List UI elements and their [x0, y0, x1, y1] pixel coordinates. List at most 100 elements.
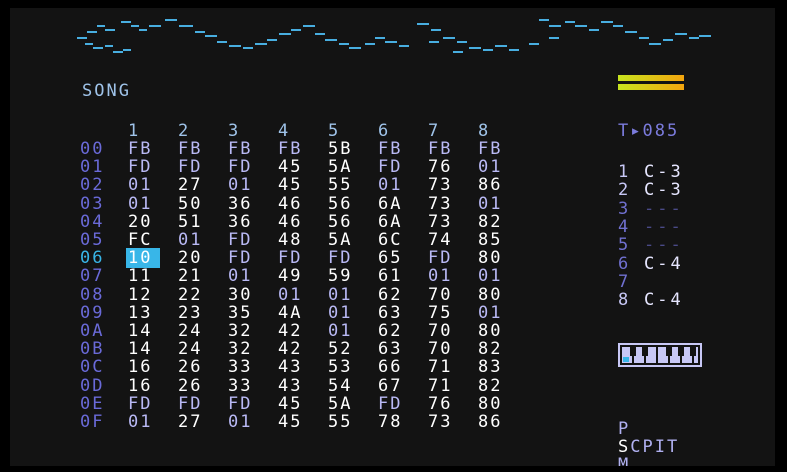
chain-cell[interactable]: 82	[478, 212, 508, 232]
chain-cell[interactable]: 14	[128, 321, 158, 341]
chain-cell[interactable]: 42	[278, 321, 308, 341]
chain-cell[interactable]: 01	[128, 194, 158, 214]
chain-cell[interactable]: FD	[328, 248, 358, 268]
chain-cell[interactable]: FB	[228, 139, 258, 159]
chain-cell[interactable]: 70	[428, 285, 458, 305]
chain-cell[interactable]: 80	[478, 285, 508, 305]
chain-cell[interactable]: FB	[428, 139, 458, 159]
chain-cell[interactable]: FB	[478, 139, 508, 159]
chain-cell[interactable]: 33	[228, 357, 258, 377]
chain-cell[interactable]: 01	[328, 303, 358, 323]
chain-cell[interactable]: 56	[328, 194, 358, 214]
chain-cell[interactable]: 11	[128, 266, 158, 286]
chain-cell[interactable]: 6A	[378, 212, 408, 232]
chain-cell[interactable]: 16	[128, 376, 158, 396]
chain-cell[interactable]: 14	[128, 339, 158, 359]
chain-cell[interactable]: 56	[328, 212, 358, 232]
chain-cell[interactable]: 59	[328, 266, 358, 286]
chain-cell[interactable]: 5A	[328, 230, 358, 250]
chain-cell[interactable]: 01	[478, 157, 508, 177]
chain-cell[interactable]: 67	[378, 376, 408, 396]
piano-keyboard-icon[interactable]	[618, 343, 702, 367]
chain-cell[interactable]: 73	[428, 194, 458, 214]
chain-cell[interactable]: 01	[428, 266, 458, 286]
chain-cell[interactable]: 32	[228, 321, 258, 341]
chain-cell[interactable]: 83	[478, 357, 508, 377]
chain-cell[interactable]: 46	[278, 194, 308, 214]
chain-cell[interactable]: 70	[428, 339, 458, 359]
chain-cell[interactable]: 45	[278, 157, 308, 177]
chain-cell[interactable]: 01	[278, 285, 308, 305]
chain-cell[interactable]: 53	[328, 357, 358, 377]
cursor-cell[interactable]: 10	[126, 248, 160, 269]
chain-cell[interactable]: FD	[228, 230, 258, 250]
chain-cell[interactable]: 12	[128, 285, 158, 305]
chain-cell[interactable]: 32	[228, 339, 258, 359]
chain-cell[interactable]: FB	[178, 139, 208, 159]
chain-cell[interactable]: 54	[328, 376, 358, 396]
chain-cell[interactable]: FD	[428, 248, 458, 268]
chain-cell[interactable]: 71	[428, 376, 458, 396]
chain-cell[interactable]: 80	[478, 321, 508, 341]
chain-cell[interactable]: 01	[228, 266, 258, 286]
chain-cell[interactable]: 33	[228, 376, 258, 396]
chain-cell[interactable]: 20	[128, 212, 158, 232]
menu-phrase[interactable]: P	[618, 419, 630, 439]
chain-cell[interactable]: 01	[478, 303, 508, 323]
chain-cell[interactable]: 01	[128, 175, 158, 195]
chain-cell[interactable]: 49	[278, 266, 308, 286]
chain-cell[interactable]: 5A	[328, 157, 358, 177]
menu-screens[interactable]: SCPIT	[618, 437, 679, 457]
chain-cell[interactable]: 74	[428, 230, 458, 250]
chain-cell[interactable]: FD	[278, 248, 308, 268]
chain-cell[interactable]: 36	[228, 212, 258, 232]
chain-cell[interactable]: 01	[328, 321, 358, 341]
chain-cell[interactable]: 55	[328, 412, 358, 432]
chain-cell[interactable]: 85	[478, 230, 508, 250]
chain-cell[interactable]: 01	[478, 194, 508, 214]
chain-cell[interactable]: 82	[478, 339, 508, 359]
chain-cell[interactable]: 73	[428, 212, 458, 232]
chain-cell[interactable]: 5B	[328, 139, 358, 159]
chain-cell[interactable]: FD	[228, 394, 258, 414]
chain-cell[interactable]: 27	[178, 175, 208, 195]
chain-cell[interactable]: 01	[328, 285, 358, 305]
chain-cell[interactable]: FD	[128, 394, 158, 414]
chain-cell[interactable]: 5A	[328, 394, 358, 414]
chain-cell[interactable]: 01	[378, 175, 408, 195]
chain-cell[interactable]: 26	[178, 376, 208, 396]
chain-cell[interactable]: 6A	[378, 194, 408, 214]
chain-cell[interactable]: 27	[178, 412, 208, 432]
chain-cell[interactable]: 6C	[378, 230, 408, 250]
chain-cell[interactable]: FD	[378, 394, 408, 414]
chain-cell[interactable]: 80	[478, 394, 508, 414]
chain-cell[interactable]: 55	[328, 175, 358, 195]
chain-cell[interactable]: 45	[278, 175, 308, 195]
chain-cell[interactable]: 86	[478, 412, 508, 432]
chain-cell[interactable]: FB	[128, 139, 158, 159]
chain-cell[interactable]: FD	[228, 157, 258, 177]
chain-cell[interactable]: 24	[178, 339, 208, 359]
chain-cell[interactable]: 45	[278, 412, 308, 432]
chain-cell[interactable]: 22	[178, 285, 208, 305]
chain-cell[interactable]: 01	[228, 412, 258, 432]
chain-cell[interactable]: 63	[378, 303, 408, 323]
chain-cell[interactable]: 65	[378, 248, 408, 268]
chain-cell[interactable]: FB	[278, 139, 308, 159]
chain-cell[interactable]: 01	[178, 230, 208, 250]
chain-cell[interactable]: 13	[128, 303, 158, 323]
chain-cell[interactable]: 80	[478, 248, 508, 268]
chain-cell[interactable]: 73	[428, 412, 458, 432]
chain-cell[interactable]: 4A	[278, 303, 308, 323]
chain-cell[interactable]: 86	[478, 175, 508, 195]
chain-cell[interactable]: 36	[228, 194, 258, 214]
chain-cell[interactable]: 43	[278, 357, 308, 377]
chain-cell[interactable]: 42	[278, 339, 308, 359]
menu-mixer[interactable]: M	[618, 455, 630, 466]
chain-cell[interactable]: 16	[128, 357, 158, 377]
chain-cell[interactable]: FD	[228, 248, 258, 268]
chain-cell[interactable]: FB	[378, 139, 408, 159]
chain-cell[interactable]: 43	[278, 376, 308, 396]
chain-cell[interactable]: 75	[428, 303, 458, 323]
chain-cell[interactable]: 01	[228, 175, 258, 195]
